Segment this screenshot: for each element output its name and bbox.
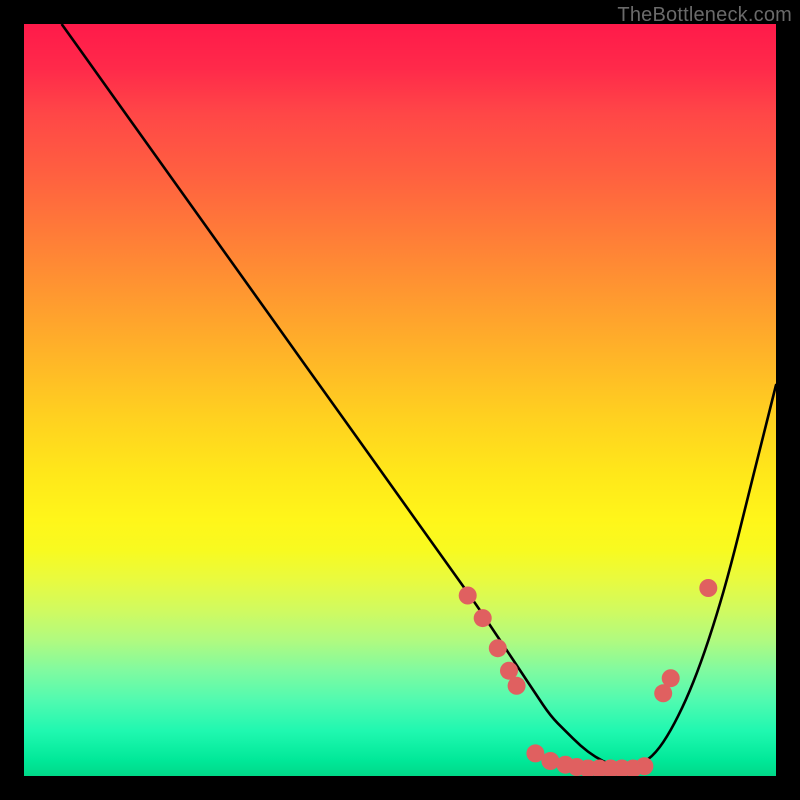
marker-dot xyxy=(474,609,492,627)
chart-svg xyxy=(24,24,776,776)
marker-dot xyxy=(541,752,559,770)
bottleneck-curve xyxy=(62,24,776,768)
marker-dot xyxy=(635,757,653,775)
marker-dot xyxy=(508,677,526,695)
marker-dot xyxy=(459,587,477,605)
chart-container: TheBottleneck.com xyxy=(0,0,800,800)
marker-dot xyxy=(489,639,507,657)
plot-area xyxy=(24,24,776,776)
marker-dot xyxy=(699,579,717,597)
marker-dot xyxy=(662,669,680,687)
data-markers xyxy=(459,579,718,776)
